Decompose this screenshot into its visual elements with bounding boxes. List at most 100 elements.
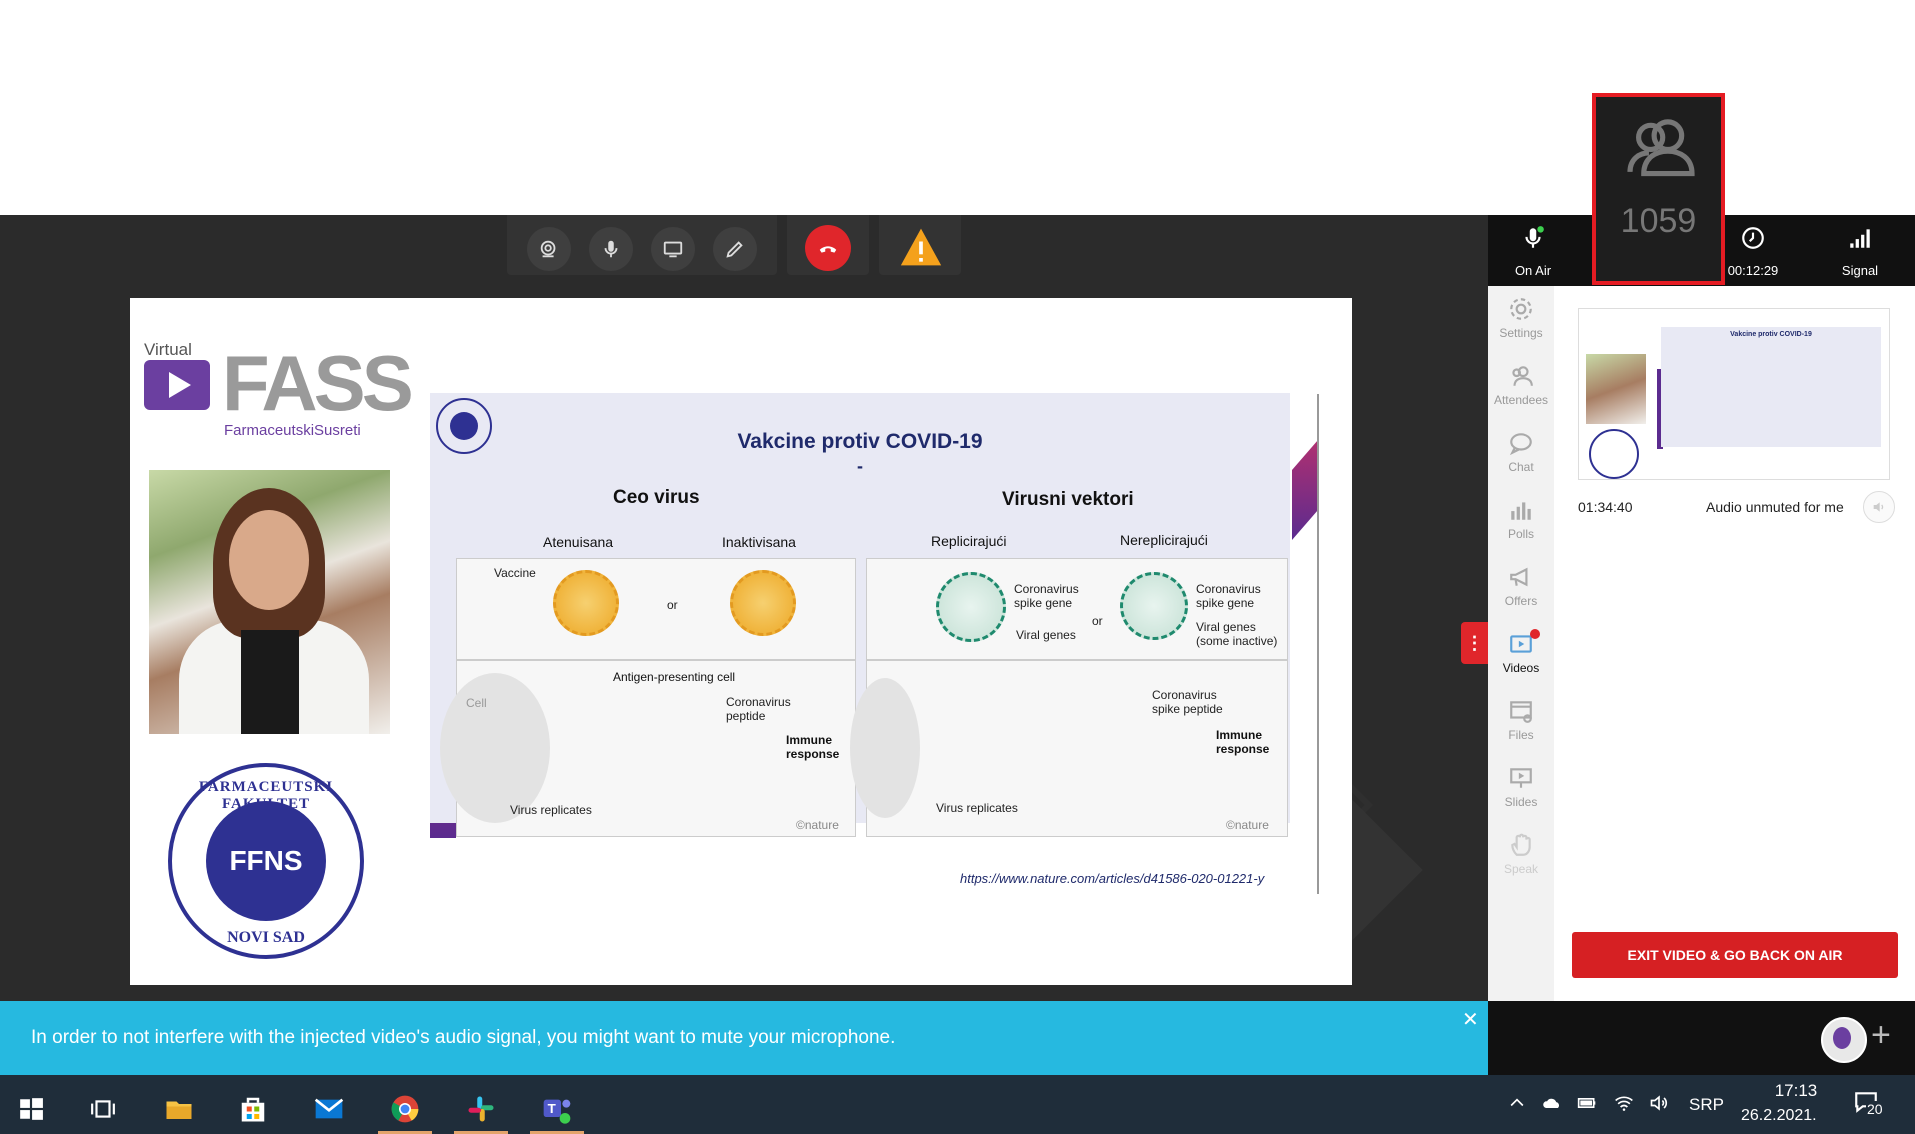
sidebar-item-label: Slides	[1504, 795, 1538, 809]
cell-illustration	[850, 678, 920, 818]
sidebar-item-files[interactable]: Files	[1488, 698, 1554, 742]
shared-slide: Virtual FASS FarmaceutskiSusreti FARMACE…	[130, 298, 1352, 985]
task-view-button[interactable]	[72, 1083, 134, 1134]
file-explorer-button[interactable]	[148, 1083, 210, 1134]
pen-button[interactable]	[713, 227, 757, 271]
microphone-button[interactable]	[589, 227, 633, 271]
on-air-label: On Air	[1514, 263, 1552, 278]
clock-time[interactable]: 17:13	[1761, 1081, 1831, 1101]
slide-accent	[1292, 440, 1318, 540]
speaker-icon	[1873, 502, 1884, 512]
notification-count: 20	[1866, 1101, 1884, 1117]
sidebar-item-polls[interactable]: Polls	[1488, 497, 1554, 541]
diagram-label: Coronavirus spike peptide	[1152, 688, 1223, 716]
diagram-label: or	[667, 598, 678, 612]
right-footer: +	[1488, 1001, 1915, 1075]
warning-icon	[900, 228, 942, 266]
notification-close-button[interactable]: ✕	[1462, 1007, 1479, 1032]
slide-divider	[1317, 394, 1319, 894]
diagram-label: Virus replicates	[510, 803, 592, 817]
side-panel-handle[interactable]: ⋮	[1461, 622, 1488, 664]
microphone-icon	[604, 240, 618, 258]
action-center-button[interactable]: 20	[1852, 1089, 1884, 1120]
signal-icon	[1850, 229, 1870, 248]
screen-share-button[interactable]	[651, 227, 695, 271]
start-button[interactable]	[0, 1083, 62, 1134]
diagram-label: Cell	[466, 696, 487, 710]
slack-button[interactable]	[450, 1083, 512, 1134]
volume-icon[interactable]	[1648, 1093, 1670, 1118]
megaphone-icon	[1510, 567, 1528, 587]
sidebar-item-label: Videos	[1502, 661, 1540, 675]
hangup-button[interactable]	[805, 225, 851, 271]
warning-button[interactable]	[899, 225, 943, 269]
video-audio-toggle[interactable]	[1863, 491, 1895, 523]
chrome-icon	[391, 1095, 419, 1122]
sidebar-item-chat[interactable]: Chat	[1488, 430, 1554, 474]
sidebar-item-label: Offers	[1504, 594, 1538, 608]
teams-button[interactable]: T	[526, 1083, 588, 1134]
sidebar-item-speak[interactable]: Speak	[1488, 832, 1554, 876]
gear-icon	[1510, 298, 1532, 320]
video-thumbnail[interactable]: Vakcine protiv COVID-19	[1578, 308, 1890, 480]
ffns-seal: FARMACEUTSKI FAKULTET FFNS NOVI SAD	[168, 763, 364, 959]
sidebar-item-settings[interactable]: Settings	[1488, 296, 1554, 340]
diagram-label: Antigen-presenting cell	[613, 670, 736, 684]
mail-button[interactable]	[298, 1083, 360, 1134]
nature-credit: ©nature	[796, 818, 839, 832]
camera-search-icon	[540, 240, 556, 258]
tray-overflow-icon[interactable]	[1507, 1093, 1527, 1118]
camera-search-button[interactable]	[527, 227, 571, 271]
sidebar-item-attendees[interactable]: Attendees	[1488, 363, 1554, 407]
slide-source-url: https://www.nature.com/articles/d41586-0…	[960, 871, 1265, 886]
diagram-label: Coronavirus peptide	[726, 695, 791, 723]
microphone-icon	[1525, 226, 1544, 248]
sidebar-item-label: Speak	[1503, 862, 1539, 876]
logo-virtual-text: Virtual	[144, 340, 192, 359]
store-icon	[241, 1097, 265, 1121]
slide-title-dash: -	[857, 456, 863, 476]
sidebar-item-label: Files	[1508, 728, 1534, 742]
diagram-label: or	[1092, 614, 1103, 628]
add-button[interactable]: +	[1871, 1016, 1891, 1055]
slide-title: Vakcine protiv COVID-19	[737, 430, 983, 453]
folder-icon	[166, 1101, 192, 1119]
videos-notification-dot	[1530, 629, 1540, 639]
onedrive-icon[interactable]	[1540, 1093, 1564, 1118]
clock-date[interactable]: 26.2.2021.	[1741, 1107, 1817, 1125]
attendee-count: 1059	[1620, 202, 1697, 240]
screen-share-icon	[663, 241, 683, 258]
sidebar-item-offers[interactable]: Offers	[1488, 564, 1554, 608]
avatar[interactable]	[1821, 1017, 1867, 1063]
diagram-label: Immune response	[1216, 728, 1270, 756]
input-language[interactable]: SRP	[1689, 1095, 1724, 1115]
sidebar-item-slides[interactable]: Slides	[1488, 765, 1554, 809]
battery-icon[interactable]	[1575, 1093, 1599, 1118]
diagram-label: Vaccine	[494, 566, 536, 580]
virus-illustration	[936, 572, 1006, 642]
attendee-count-box[interactable]: 1059	[1592, 93, 1725, 285]
virus-illustration	[553, 570, 619, 636]
slides-icon	[1510, 768, 1532, 788]
presenter-toolbar	[507, 215, 977, 275]
diagram-label: Virus replicates	[936, 801, 1018, 815]
sub-replicirajuci: Replicirajući	[931, 533, 1007, 549]
teams-icon: T	[543, 1099, 571, 1124]
seal-center-text: FFNS	[206, 801, 326, 921]
chrome-button[interactable]	[374, 1083, 436, 1134]
store-button[interactable]	[222, 1083, 284, 1134]
files-icon	[1510, 701, 1532, 723]
sub-inaktivisana: Inaktivisana	[722, 534, 796, 550]
wifi-icon[interactable]	[1613, 1093, 1635, 1118]
thumbnail-photo	[1586, 354, 1646, 424]
nature-credit: ©nature	[1226, 818, 1269, 832]
diagram-label: Coronavirus spike gene	[1014, 582, 1079, 610]
phone-hangup-icon	[819, 246, 837, 253]
on-air-status[interactable]: On Air	[1488, 215, 1578, 286]
thumbnail-seal	[1589, 429, 1639, 479]
sidebar-item-videos[interactable]: Videos	[1488, 629, 1554, 675]
signal-status[interactable]: Signal	[1815, 215, 1905, 286]
fass-logo: FASS	[222, 339, 414, 427]
notification-bar: In order to not interfere with the injec…	[0, 1001, 1488, 1075]
exit-video-button[interactable]: EXIT VIDEO & GO BACK ON AIR	[1572, 932, 1898, 978]
